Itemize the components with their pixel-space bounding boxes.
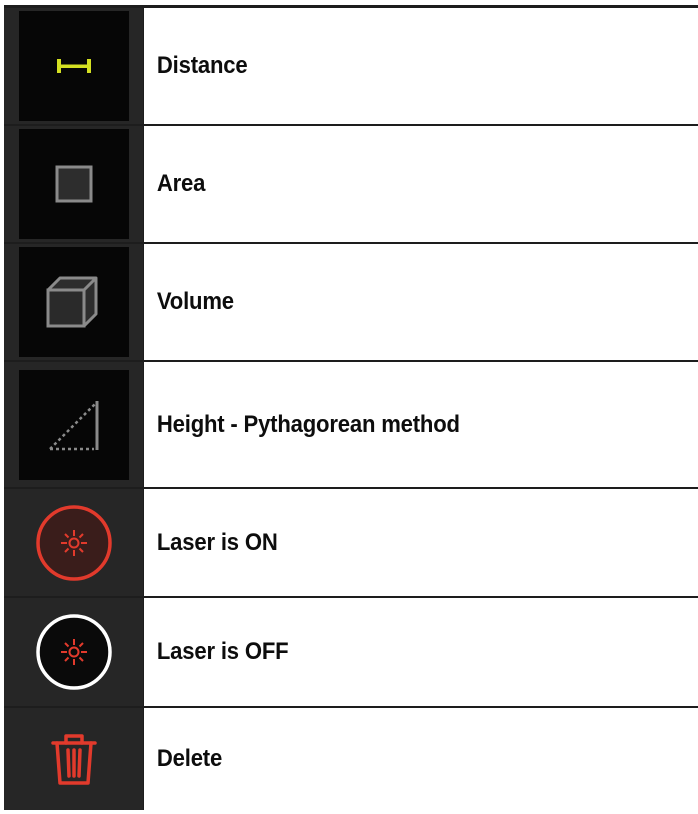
legend-row-area: Area — [4, 126, 698, 244]
icon-cell — [4, 708, 144, 810]
icon-cell — [4, 8, 144, 124]
laser-off-icon — [19, 597, 129, 707]
height-pythagorean-icon — [18, 369, 129, 480]
area-icon — [18, 129, 129, 239]
legend-label-delete: Delete — [156, 745, 223, 772]
icon-cell — [4, 598, 144, 706]
icon-cell — [4, 244, 144, 360]
laser-on-icon — [19, 488, 129, 598]
legend-row-laser-off: Laser is OFF — [4, 598, 698, 708]
icon-cell — [4, 489, 144, 596]
legend-row-distance: Distance — [4, 8, 698, 126]
legend-row-delete: Delete — [4, 708, 698, 810]
legend-label-distance: Distance — [156, 52, 248, 79]
legend-row-volume: Volume — [4, 244, 698, 362]
legend-row-laser-on: Laser is ON — [4, 489, 698, 598]
legend-label-volume: Volume — [156, 288, 234, 315]
icon-cell — [4, 362, 144, 487]
volume-icon — [18, 247, 129, 357]
trash-icon — [19, 704, 129, 814]
distance-icon — [18, 11, 129, 121]
legend-row-height: Height - Pythagorean method — [4, 362, 698, 489]
legend-label-laser-off: Laser is OFF — [156, 638, 289, 665]
legend-label-laser-on: Laser is ON — [156, 528, 278, 556]
icon-cell — [4, 126, 144, 242]
legend-label-height-pythagorean: Height - Pythagorean method — [156, 410, 460, 438]
icon-legend-table: Distance Area Volume Height - Pythagorea… — [4, 5, 698, 812]
legend-label-area: Area — [156, 170, 206, 197]
